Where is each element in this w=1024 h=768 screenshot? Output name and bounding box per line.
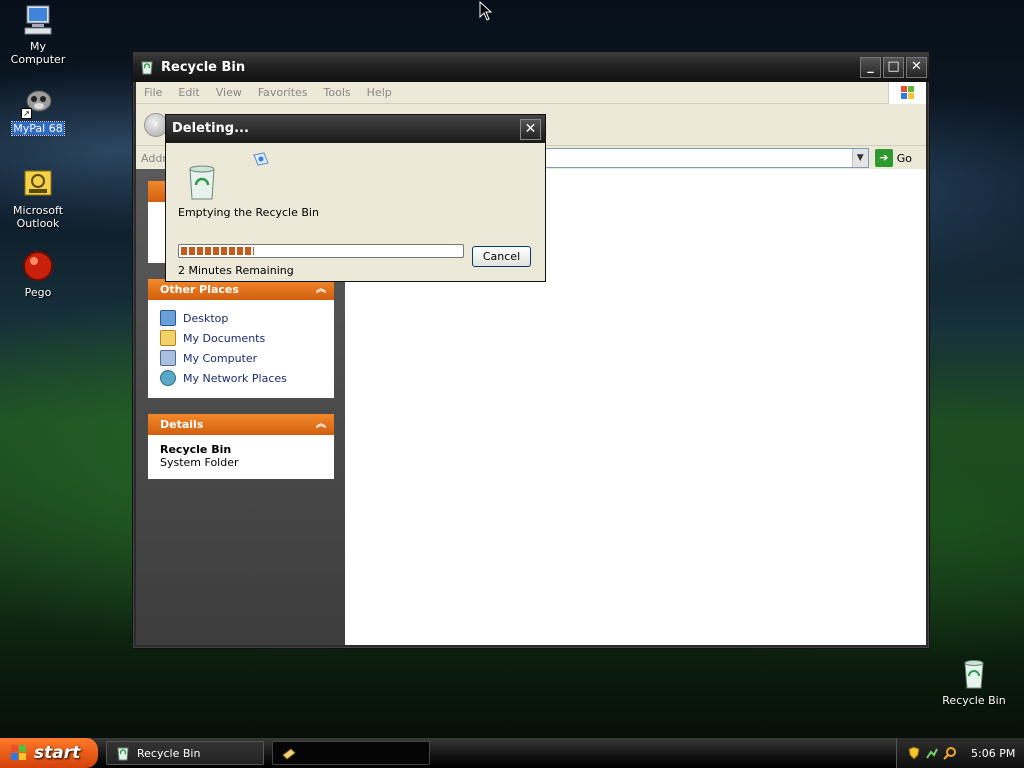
place-my-network-places[interactable]: My Network Places [160, 368, 322, 388]
mouse-cursor-icon [479, 1, 493, 21]
place-label: My Network Places [183, 371, 287, 385]
time-remaining: 2 Minutes Remaining [178, 264, 294, 277]
windows-logo-icon [888, 82, 926, 104]
menu-favorites[interactable]: Favorites [250, 86, 316, 99]
progress-fill [181, 247, 254, 255]
place-desktop[interactable]: Desktop [160, 308, 322, 328]
computer-icon [160, 350, 176, 366]
mypal-browser-icon: ↗ [21, 85, 55, 119]
taskbar-button-deleting[interactable] [272, 741, 430, 765]
flying-document-icon [253, 152, 269, 166]
recycle-bin-icon [117, 747, 129, 761]
desktop-icon-pego[interactable]: Pego [0, 249, 76, 299]
recycle-bin-icon [189, 165, 215, 200]
menu-view[interactable]: View [208, 86, 250, 99]
taskbar: start Recycle Bin 5:06 PM [0, 738, 1024, 768]
go-label: Go [896, 151, 912, 165]
recycle-bin-icon [141, 61, 153, 75]
collapse-chevron-icon[interactable]: ︽ [316, 414, 326, 435]
dialog-title: Deleting... [172, 121, 249, 136]
menu-help[interactable]: Help [359, 86, 400, 99]
search-icon[interactable] [943, 746, 957, 760]
place-my-computer[interactable]: My Computer [160, 348, 322, 368]
details-name: Recycle Bin [160, 443, 232, 456]
network-icon[interactable] [925, 746, 939, 760]
security-shield-icon[interactable] [907, 746, 921, 760]
folder-icon [160, 330, 176, 346]
start-label: start [34, 743, 81, 763]
dialog-titlebar[interactable]: Deleting... ✕ [166, 115, 545, 143]
outlook-icon [21, 167, 55, 201]
desktop-icon-label: MyPal 68 [11, 121, 65, 136]
details-panel: Details ︽ Recycle Bin System Folder [148, 414, 334, 479]
shortcut-arrow-icon: ↗ [21, 108, 32, 119]
deleting-dialog: Deleting... ✕ Emptying the Recycle Bin 2… [165, 114, 546, 282]
window-titlebar[interactable]: Recycle Bin _ □ ✕ [133, 52, 929, 82]
menu-file[interactable]: File [136, 86, 170, 99]
go-arrow-icon: ➔ [874, 149, 893, 167]
recycle-bin-icon [957, 657, 991, 691]
close-button[interactable]: ✕ [906, 56, 927, 78]
cancel-button[interactable]: Cancel [472, 246, 531, 267]
clock[interactable]: 5:06 PM [971, 747, 1015, 760]
panel-title: Details [160, 418, 204, 431]
go-button[interactable]: ➔ Go [869, 149, 926, 167]
start-button[interactable]: start [0, 738, 98, 768]
chevron-down-icon[interactable]: ▼ [851, 149, 868, 167]
other-places-header[interactable]: Other Places ︽ [148, 279, 334, 300]
details-header[interactable]: Details ︽ [148, 414, 334, 435]
place-my-documents[interactable]: My Documents [160, 328, 322, 348]
task-label: Recycle Bin [137, 746, 201, 760]
desktop-icon-outlook[interactable]: Microsoft Outlook [0, 167, 76, 230]
place-label: My Computer [183, 351, 258, 365]
place-label: Desktop [183, 311, 229, 325]
collapse-chevron-icon[interactable]: ︽ [316, 279, 326, 300]
dialog-message: Emptying the Recycle Bin [178, 206, 319, 219]
menu-edit[interactable]: Edit [170, 86, 207, 99]
pego-icon [21, 249, 55, 283]
desktop-icon-label: My Computer [10, 40, 66, 66]
desktop-icon-label: Pego [24, 286, 52, 299]
menu-bar: File Edit View Favorites Tools Help [136, 82, 926, 104]
delete-animation [178, 151, 278, 201]
desktop-icon-my-computer[interactable]: My Computer [0, 3, 76, 66]
maximize-button[interactable]: □ [883, 56, 904, 78]
desktop-icon [160, 310, 176, 326]
panel-title: Other Places [160, 283, 239, 296]
taskbar-button-recycle-bin[interactable]: Recycle Bin [106, 741, 264, 765]
other-places-panel: Other Places ︽ Desktop My Documents My C… [148, 279, 334, 398]
system-tray: 5:06 PM [896, 738, 1024, 768]
windows-flag-icon [11, 745, 26, 760]
progress-bar [178, 244, 464, 258]
network-icon [160, 370, 176, 386]
desktop-icon-label: Microsoft Outlook [12, 204, 64, 230]
details-type: System Folder [160, 456, 239, 469]
place-label: My Documents [183, 331, 266, 345]
menu-tools[interactable]: Tools [316, 86, 359, 99]
window-title: Recycle Bin [161, 59, 246, 75]
desktop-icon-mypal[interactable]: ↗ MyPal 68 [0, 85, 76, 136]
desktop-icon-recycle-bin[interactable]: Recycle Bin [936, 657, 1012, 707]
minimize-button[interactable]: _ [860, 56, 881, 78]
desktop-icon-label: Recycle Bin [942, 694, 1006, 707]
computer-icon [21, 3, 55, 37]
dialog-close-button[interactable]: ✕ [520, 119, 541, 140]
flying-document-icon [282, 748, 296, 760]
